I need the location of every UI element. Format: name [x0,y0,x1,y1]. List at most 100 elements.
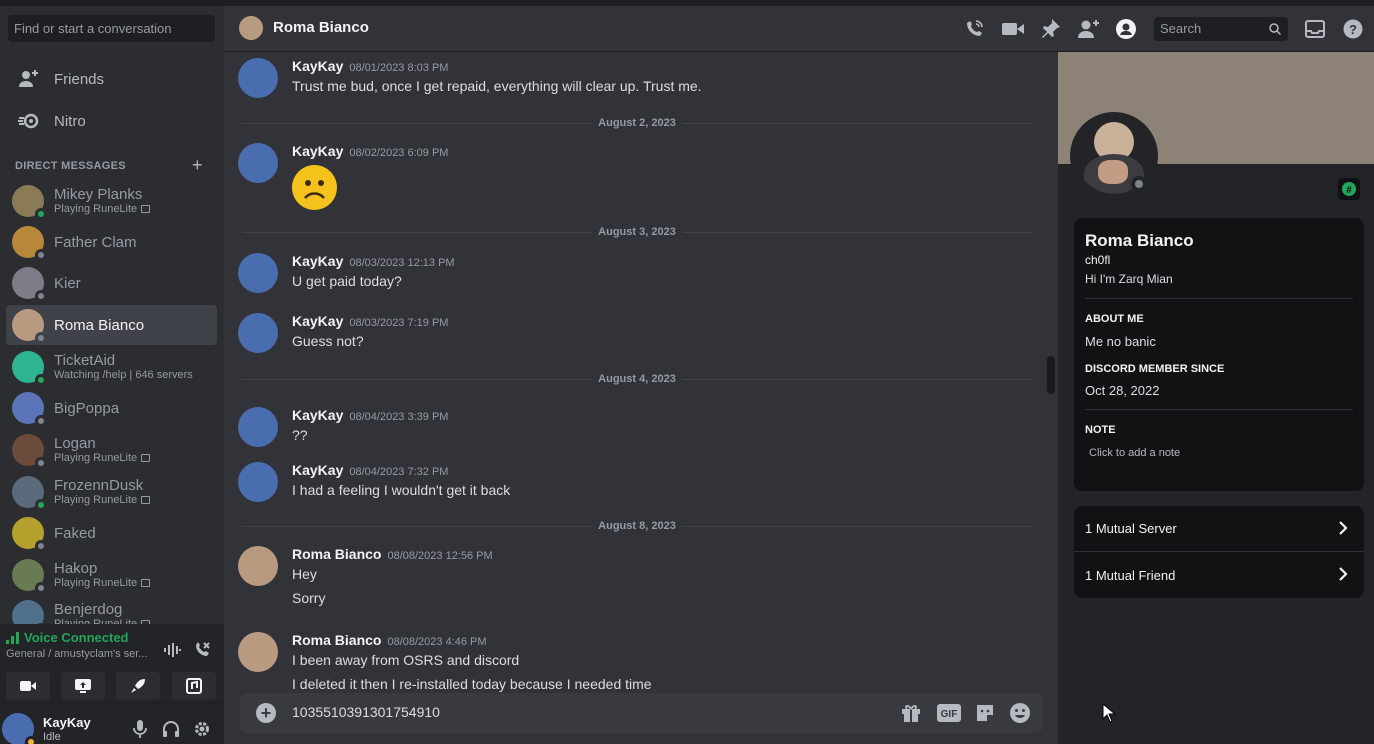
upload-plus-icon[interactable]: + [256,703,276,723]
message-avatar[interactable] [238,407,278,447]
mutual-servers-label: 1 Mutual Server [1085,521,1177,536]
voice-channel-label[interactable]: General / amustyclam's ser... [6,648,147,660]
dm-item[interactable]: FrozennDusk Playing RuneLite [6,472,217,512]
game-icon [141,205,151,214]
note-input[interactable]: Click to add a note [1089,447,1180,459]
message-avatar[interactable] [238,143,278,183]
voice-call-icon[interactable] [962,17,986,41]
user-profile-toggle-icon[interactable] [1114,17,1138,41]
dm-activity-text: Playing RuneLite [54,203,138,215]
activities-button[interactable] [116,672,160,700]
status-dot [35,582,47,594]
svg-text:GIF: GIF [941,709,958,720]
message-avatar[interactable] [238,546,278,586]
message-avatar[interactable] [238,58,278,98]
dm-sidebar: Find or start a conversation Friends Nit… [0,6,224,744]
mutual-friends-row[interactable]: 1 Mutual Friend [1074,552,1364,598]
gif-icon[interactable]: GIF [936,701,962,725]
dm-name: BigPoppa [54,399,120,417]
message-author[interactable]: KayKay 08/02/2023 6:09 PM [292,143,448,159]
dm-item[interactable]: TicketAid Watching /help | 646 servers [6,347,217,387]
message-author-name[interactable]: KayKay [292,462,343,478]
message-avatar[interactable] [238,253,278,293]
discord-app: Find or start a conversation Friends Nit… [0,0,1374,744]
search-placeholder: Search [1160,21,1202,36]
find-conversation-input[interactable]: Find or start a conversation [8,15,215,42]
user-panel: KayKay Idle [0,704,224,744]
message-author[interactable]: KayKay 08/04/2023 7:32 PM [292,462,448,478]
dm-text: Roma Bianco [54,317,144,334]
game-icon [141,454,151,463]
status-dot [35,457,47,469]
nav-nitro[interactable]: Nitro [8,101,216,141]
header-search-input[interactable]: Search [1154,17,1288,41]
create-dm-plus-icon[interactable]: + [192,156,203,174]
help-icon[interactable]: ? [1341,17,1365,41]
message-text: I deleted it then I re-installed today b… [292,676,652,692]
dm-section-header: DIRECT MESSAGES [15,160,126,172]
settings-gear-icon[interactable] [193,720,211,738]
message-avatar[interactable] [238,313,278,353]
inbox-icon[interactable] [1303,17,1327,41]
dm-activity: Playing RuneLite [54,203,151,216]
date-divider-label: August 8, 2023 [592,520,682,532]
message-author[interactable]: Roma Bianco 08/08/2023 12:56 PM [292,546,493,562]
header-title: Roma Bianco [273,19,369,36]
dm-item[interactable]: Kier [6,263,217,303]
date-divider: August 4, 2023 [242,373,1032,385]
message-author[interactable]: KayKay 08/01/2023 8:03 PM [292,58,448,74]
message-avatar[interactable] [238,632,278,672]
mutual-servers-row[interactable]: 1 Mutual Server [1074,506,1364,552]
message-timestamp: 08/02/2023 6:09 PM [349,147,449,159]
pinned-messages-icon[interactable] [1039,17,1063,41]
emoji-picker-icon[interactable] [1008,701,1032,725]
voice-connected-status[interactable]: Voice Connected [6,630,129,645]
message-author-name[interactable]: KayKay [292,313,343,329]
disconnect-icon[interactable] [193,641,211,659]
video-call-icon[interactable] [1001,17,1025,41]
nitro-badge-icon[interactable]: # [1338,178,1360,200]
nav-friends[interactable]: Friends [8,59,216,99]
sticker-icon[interactable] [973,701,997,725]
message-author-name[interactable]: KayKay [292,143,343,159]
message-author[interactable]: KayKay 08/04/2023 3:39 PM [292,407,448,423]
user-avatar[interactable] [2,713,37,744]
dm-item[interactable]: Father Clam [6,222,217,262]
dm-item[interactable]: Mikey Planks Playing RuneLite [6,181,217,221]
mutual-friends-label: 1 Mutual Friend [1085,567,1176,583]
message-timestamp: 08/03/2023 7:19 PM [349,317,449,329]
gift-icon[interactable] [899,701,923,725]
headphones-icon[interactable] [162,720,180,738]
add-friends-to-dm-icon[interactable] [1077,17,1101,41]
dm-item[interactable]: Hakop Playing RuneLite [6,555,217,595]
dm-item[interactable]: Faked [6,513,217,553]
dm-activity: Playing RuneLite [54,494,151,507]
message-author-name[interactable]: KayKay [292,253,343,269]
message-author-name[interactable]: Roma Bianco [292,632,381,648]
dm-avatar [12,559,47,594]
message-timestamp: 08/04/2023 3:39 PM [349,411,449,423]
soundboard-button[interactable] [172,672,216,700]
camera-button[interactable] [6,672,50,700]
message-author[interactable]: KayKay 08/03/2023 7:19 PM [292,313,448,329]
message-author-name[interactable]: KayKay [292,407,343,423]
message-author-name[interactable]: KayKay [292,58,343,74]
dm-avatar [12,517,47,552]
dm-item[interactable]: Logan Playing RuneLite [6,430,217,470]
composer-text[interactable]: 1035510391301754910 [292,704,440,720]
screen-share-button[interactable] [61,672,105,700]
message-timestamp: 08/03/2023 12:13 PM [349,257,455,269]
dm-text: Mikey Planks Playing RuneLite [54,186,151,216]
message-composer[interactable]: + 1035510391301754910 GIF [240,693,1043,733]
message-author[interactable]: KayKay 08/03/2023 12:13 PM [292,253,455,269]
dm-item[interactable]: BigPoppa [6,388,217,428]
noise-suppression-icon[interactable] [163,642,181,658]
message-avatar[interactable] [238,462,278,502]
message-text: I had a feeling I wouldn't get it back [292,482,511,498]
dm-item[interactable]: Roma Bianco [6,305,217,345]
message-author[interactable]: Roma Bianco 08/08/2023 4:46 PM [292,632,487,648]
microphone-icon[interactable] [133,720,147,738]
message-scrollbar[interactable] [1047,356,1055,394]
message-list: KayKay 08/01/2023 8:03 PM Trust me bud, on… [224,52,1044,692]
message-author-name[interactable]: Roma Bianco [292,546,381,562]
